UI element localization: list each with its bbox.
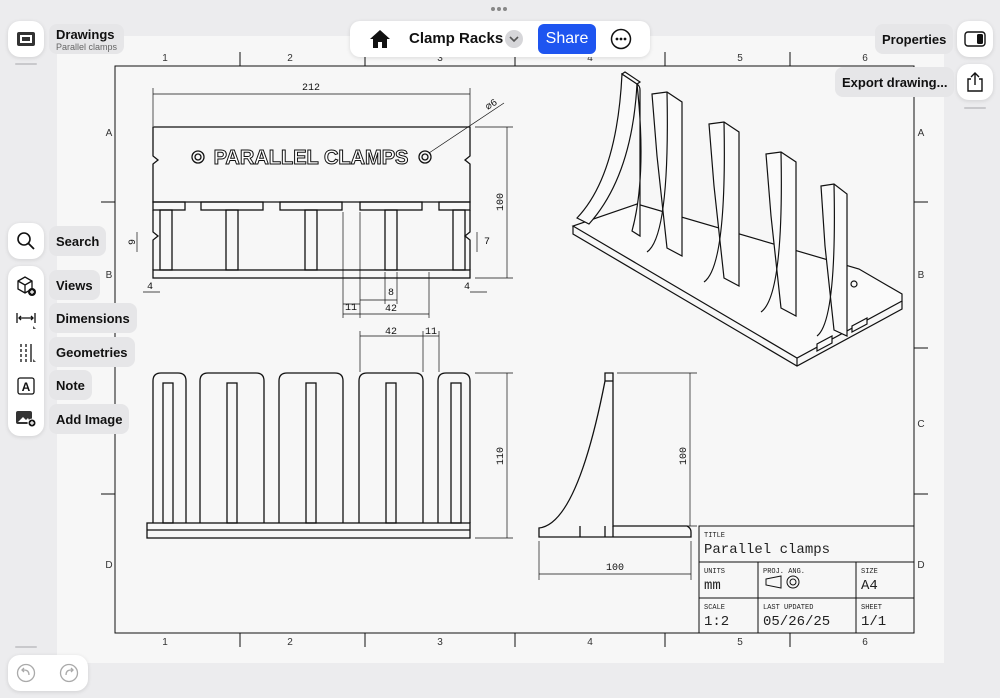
geometries-label[interactable]: Geometries — [49, 337, 135, 367]
zone-row-b: B — [106, 270, 113, 281]
zone-row-d-right: D — [917, 560, 924, 571]
document-toolbar: Clamp Racks Share — [350, 21, 650, 57]
drawings-label[interactable]: Drawings Parallel clamps — [49, 24, 125, 54]
drawing-sheet[interactable]: 1 2 3 4 5 6 1 2 3 4 5 6 A B D A B C D PA… — [57, 36, 944, 663]
search-label[interactable]: Search — [49, 226, 107, 256]
size-value[interactable]: A4 — [861, 578, 878, 594]
zone-row-a-right: A — [918, 128, 925, 139]
zone-col-6: 6 — [862, 53, 868, 64]
drawings-icon — [8, 21, 44, 57]
zone-col-1-bottom: 1 — [162, 637, 168, 648]
title-label: TITLE — [704, 532, 725, 540]
undo-button[interactable] — [8, 655, 44, 691]
dim-side-height[interactable]: 100 — [679, 447, 690, 465]
dim-total-width[interactable]: 212 — [302, 83, 320, 94]
dim-front-height[interactable]: 100 — [496, 193, 507, 211]
cube-add-icon — [17, 276, 36, 296]
units-label: UNITS — [704, 568, 725, 576]
properties-label[interactable]: Properties — [875, 24, 954, 54]
top-view[interactable] — [146, 372, 471, 539]
redo-button[interactable] — [51, 655, 87, 691]
text-note-icon: A — [17, 377, 35, 395]
drawings-button[interactable] — [8, 21, 44, 57]
dim-top-gap[interactable]: 11 — [425, 327, 437, 338]
more-options-button[interactable] — [603, 21, 639, 57]
export-drawing-label[interactable]: Export drawing... — [835, 67, 955, 97]
tool-group: A — [8, 266, 44, 436]
title-value[interactable]: Parallel clamps — [704, 542, 830, 558]
dim-gap-b[interactable]: 8 — [388, 288, 394, 299]
dimension-icon — [16, 313, 36, 329]
zone-col-4-bottom: 4 — [587, 637, 593, 648]
zone-row-c-right: C — [917, 419, 924, 430]
scale-label: SCALE — [704, 604, 725, 612]
dim-top-height[interactable]: 110 — [496, 447, 507, 465]
ellipsis-icon — [610, 28, 632, 50]
side-view[interactable] — [538, 372, 692, 538]
zone-col-5: 5 — [737, 53, 743, 64]
dim-edge-left[interactable]: 4 — [147, 282, 153, 293]
search-button[interactable] — [8, 223, 44, 259]
redo-icon — [59, 663, 79, 683]
dim-side-width[interactable]: 100 — [606, 563, 624, 574]
size-label: SIZE — [861, 568, 878, 576]
dim-gap-a[interactable]: 11 — [345, 303, 357, 314]
zone-col-1: 1 — [162, 53, 168, 64]
dim-pitch[interactable]: 42 — [385, 304, 397, 315]
centerline-icon — [20, 344, 36, 362]
drawings-subtitle: Parallel clamps — [56, 41, 118, 52]
zone-row-d: D — [105, 560, 112, 571]
sidebar-toggle-icon — [957, 21, 993, 57]
title-menu-button[interactable] — [496, 21, 532, 57]
add-image-label[interactable]: Add Image — [49, 404, 130, 434]
sheet-value: 1/1 — [861, 614, 886, 630]
drawing-canvas[interactable]: 1 2 3 4 5 6 1 2 3 4 5 6 A B D A B C D PA… — [57, 36, 944, 663]
divider — [964, 107, 986, 109]
front-engraving-text: PARALLEL CLAMPS — [214, 147, 409, 169]
dim-edge-right[interactable]: 4 — [464, 282, 470, 293]
image-add-icon — [16, 411, 37, 428]
dim-hole-diameter[interactable]: ⌀6 — [484, 98, 500, 114]
units-value[interactable]: mm — [704, 578, 721, 594]
scale-value[interactable]: 1:2 — [704, 614, 729, 630]
projection-label: PROJ. ANG. — [763, 568, 805, 576]
export-button[interactable] — [957, 64, 993, 100]
properties-button[interactable] — [957, 21, 993, 57]
note-label[interactable]: Note — [49, 370, 92, 400]
dim-right-slot[interactable]: 7 — [484, 237, 490, 248]
share-export-icon — [957, 64, 993, 100]
views-tool[interactable] — [8, 268, 44, 304]
search-icon — [8, 223, 44, 259]
zone-col-2-bottom: 2 — [287, 637, 293, 648]
svg-text:A: A — [22, 380, 31, 394]
sheet-label: SHEET — [861, 604, 882, 612]
dimensions-tool[interactable] — [8, 302, 44, 338]
updated-label: LAST UPDATED — [763, 604, 813, 612]
add-image-tool[interactable] — [8, 400, 44, 436]
zone-row-a: A — [106, 128, 113, 139]
window-grip[interactable] — [491, 7, 509, 12]
views-label[interactable]: Views — [49, 270, 100, 300]
zone-row-b-right: B — [918, 270, 925, 281]
undo-redo-group — [8, 655, 88, 691]
chevron-down-icon — [505, 30, 523, 48]
geometries-tool[interactable] — [8, 335, 44, 371]
zone-col-5-bottom: 5 — [737, 637, 743, 648]
zone-col-2: 2 — [287, 53, 293, 64]
updated-value: 05/26/25 — [763, 614, 830, 630]
note-tool[interactable]: A — [8, 368, 44, 404]
divider — [15, 646, 37, 648]
share-button[interactable]: Share — [538, 24, 596, 54]
dimensions-label[interactable]: Dimensions — [49, 303, 137, 333]
drawings-title: Drawings — [56, 26, 115, 42]
dim-top-pitch[interactable]: 42 — [385, 327, 397, 338]
document-title[interactable]: Clamp Racks — [409, 30, 503, 47]
isometric-view[interactable] — [571, 71, 903, 367]
zone-col-3-bottom: 3 — [437, 637, 443, 648]
undo-icon — [16, 663, 36, 683]
home-icon[interactable] — [362, 21, 398, 57]
zone-col-6-bottom: 6 — [862, 637, 868, 648]
divider — [15, 63, 37, 65]
dim-left-slot[interactable]: 9 — [128, 239, 139, 245]
